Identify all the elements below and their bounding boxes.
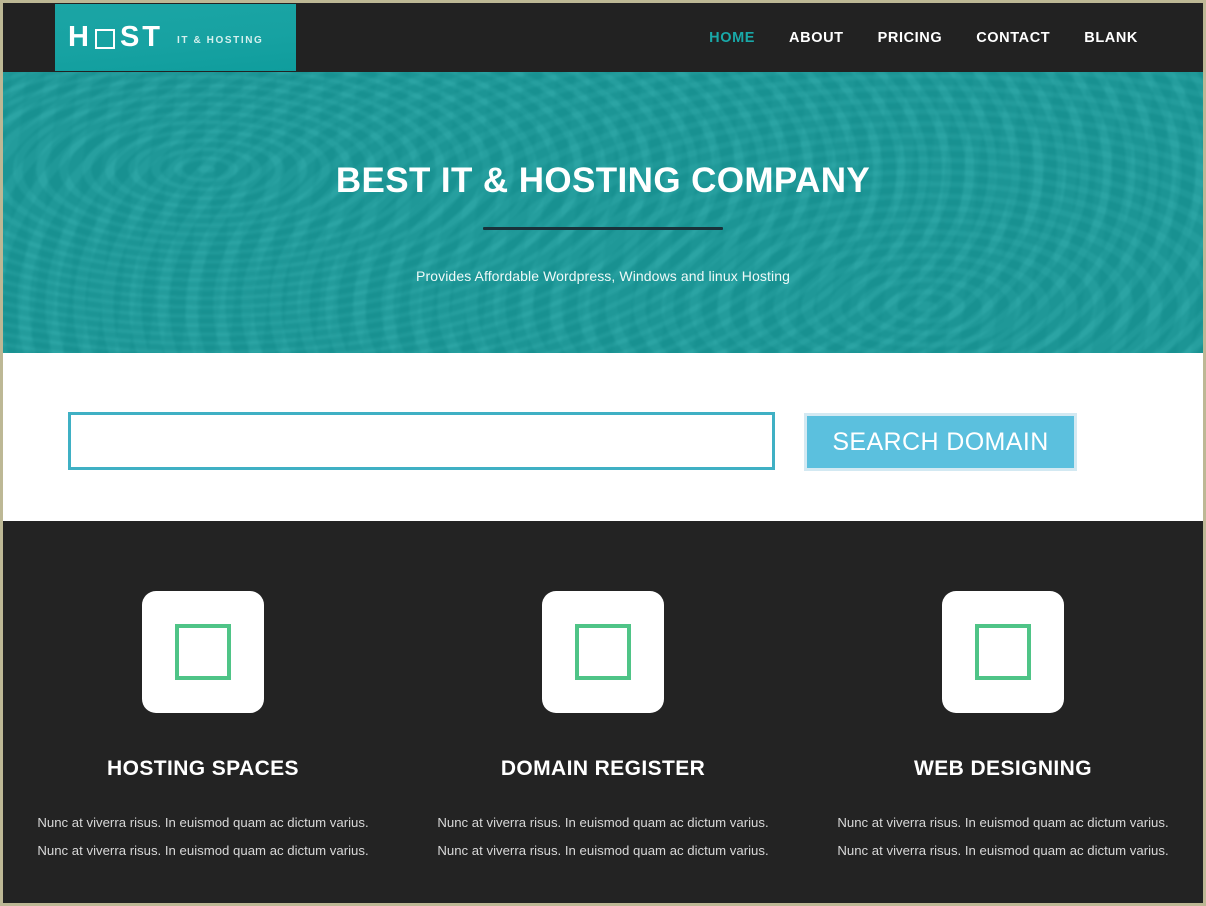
feature-title: HOSTING SPACES bbox=[107, 757, 299, 780]
logo-text-before: H bbox=[68, 21, 92, 53]
hero-content: BEST IT & HOSTING COMPANY Provides Affor… bbox=[3, 72, 1203, 284]
feature-title: WEB DESIGNING bbox=[914, 757, 1092, 780]
features-section: HOSTING SPACES Nunc at viverra risus. In… bbox=[3, 521, 1203, 903]
features-row: HOSTING SPACES Nunc at viverra risus. In… bbox=[3, 521, 1203, 865]
feature-card-hosting-spaces: HOSTING SPACES Nunc at viverra risus. In… bbox=[3, 591, 403, 865]
feature-icon-container bbox=[942, 591, 1064, 713]
search-domain-button[interactable]: SEARCH DOMAIN bbox=[804, 413, 1077, 471]
logo-wordmark: H ST bbox=[68, 23, 163, 52]
nav-item-blank[interactable]: BLANK bbox=[1067, 30, 1155, 46]
nav-item-contact[interactable]: CONTACT bbox=[959, 30, 1067, 46]
domain-search-input[interactable] bbox=[68, 412, 775, 470]
feature-icon-container bbox=[142, 591, 264, 713]
square-outline-icon bbox=[175, 624, 231, 680]
hero-subtitle: Provides Affordable Wordpress, Windows a… bbox=[416, 267, 790, 284]
feature-description: Nunc at viverra risus. In euismod quam a… bbox=[37, 815, 369, 858]
hero-title: BEST IT & HOSTING COMPANY bbox=[335, 161, 871, 200]
feature-description: Nunc at viverra risus. In euismod quam a… bbox=[437, 815, 769, 858]
hero-banner: BEST IT & HOSTING COMPANY Provides Affor… bbox=[3, 72, 1203, 353]
site-header: H ST IT & HOSTING HOME ABOUT PRICING CON… bbox=[3, 3, 1203, 72]
feature-title: DOMAIN REGISTER bbox=[500, 757, 706, 780]
page-root: H ST IT & HOSTING HOME ABOUT PRICING CON… bbox=[0, 0, 1206, 906]
nav-item-pricing[interactable]: PRICING bbox=[861, 30, 960, 46]
logo-tagline: IT & HOSTING bbox=[177, 35, 264, 46]
logo-text-after: ST bbox=[119, 21, 164, 53]
hero-divider bbox=[483, 226, 723, 230]
square-outline-icon bbox=[975, 624, 1031, 680]
site-logo[interactable]: H ST IT & HOSTING bbox=[55, 4, 296, 71]
nav-item-about[interactable]: ABOUT bbox=[772, 30, 861, 46]
feature-icon-container bbox=[542, 591, 664, 713]
nav-item-home[interactable]: HOME bbox=[692, 30, 772, 46]
feature-description: Nunc at viverra risus. In euismod quam a… bbox=[837, 815, 1169, 858]
main-navigation: HOME ABOUT PRICING CONTACT BLANK bbox=[692, 3, 1155, 72]
feature-card-domain-register: DOMAIN REGISTER Nunc at viverra risus. I… bbox=[403, 591, 803, 865]
square-outline-icon bbox=[575, 624, 631, 680]
feature-card-web-designing: WEB DESIGNING Nunc at viverra risus. In … bbox=[803, 591, 1203, 865]
square-outline-icon bbox=[94, 28, 115, 49]
